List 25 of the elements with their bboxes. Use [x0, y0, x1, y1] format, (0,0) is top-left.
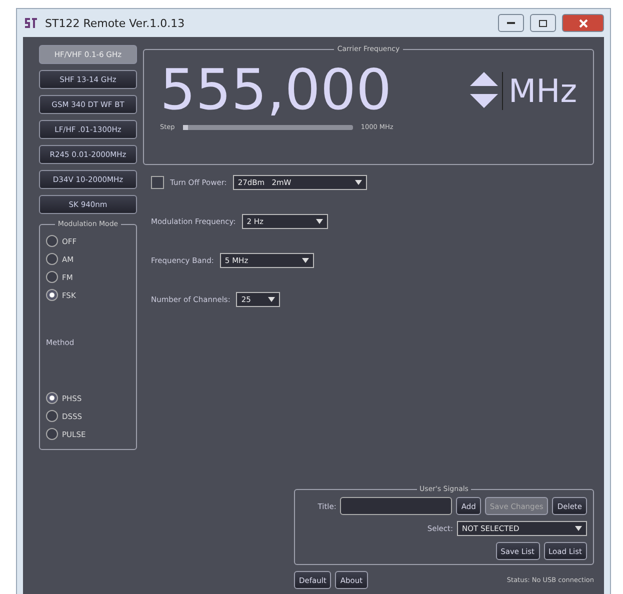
caret-icon — [316, 219, 323, 224]
app-logo-icon — [23, 15, 39, 31]
unit-label: MHz — [502, 72, 577, 110]
minimize-button[interactable] — [498, 14, 524, 32]
radio-button[interactable] — [46, 235, 58, 247]
minimize-icon — [507, 22, 515, 24]
step-slider[interactable] — [182, 124, 353, 130]
frequency-display: 555,000 — [160, 59, 393, 123]
radio-button[interactable] — [46, 428, 58, 440]
radio-button[interactable] — [46, 410, 58, 422]
checkbox[interactable] — [151, 176, 164, 189]
window-title: ST122 Remote Ver.1.0.13 — [45, 16, 186, 30]
radio-button[interactable] — [46, 289, 58, 301]
caret-icon — [575, 526, 582, 531]
radio-button[interactable] — [46, 253, 58, 265]
radio-button[interactable] — [46, 392, 58, 404]
close-icon — [578, 18, 588, 28]
caret-icon — [302, 258, 309, 263]
maximize-button[interactable] — [530, 14, 556, 32]
radio-button[interactable] — [46, 271, 58, 283]
caret-icon — [354, 180, 362, 185]
title-input[interactable] — [340, 497, 452, 515]
maximize-icon — [539, 20, 547, 26]
close-button[interactable] — [562, 14, 604, 32]
caret-icon — [268, 297, 276, 302]
